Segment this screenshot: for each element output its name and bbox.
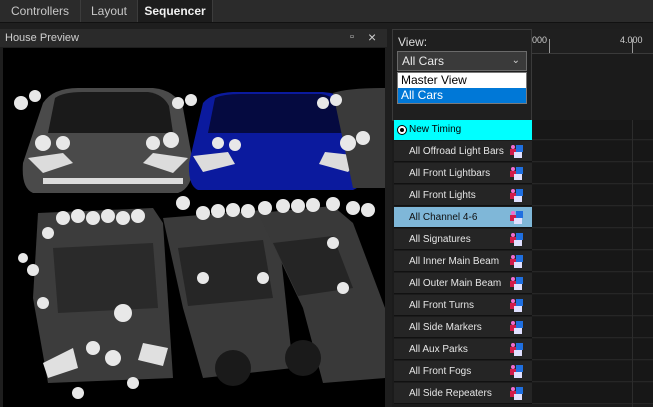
model-grid-row[interactable]	[532, 383, 653, 404]
model-label: All Front Lightbars	[409, 168, 491, 179]
time-ruler[interactable]: 000 4.000	[532, 29, 653, 54]
view-dropdown[interactable]: All Cars ⌄	[397, 51, 527, 71]
group-icon	[509, 386, 525, 401]
ruler-tick	[632, 39, 633, 53]
model-row[interactable]: All Outer Main Beam	[394, 273, 532, 294]
ruler-tick	[549, 39, 550, 53]
ruler-tick-label: 000	[532, 35, 548, 45]
model-label: All Signatures	[409, 234, 471, 245]
view-option-all-cars[interactable]: All Cars	[398, 88, 526, 103]
group-icon	[509, 144, 525, 159]
model-row[interactable]: All Inner Main Beam	[394, 251, 532, 272]
model-row[interactable]: All Front Lights	[394, 185, 532, 206]
group-icon	[509, 210, 525, 225]
model-label: All Side Repeaters	[409, 388, 492, 399]
model-label: All Offroad Light Bars	[409, 146, 504, 157]
model-grid-row[interactable]	[532, 251, 653, 272]
group-icon	[509, 276, 525, 291]
model-grid-row[interactable]	[532, 163, 653, 184]
model-row[interactable]: All Front Turns	[394, 295, 532, 316]
group-icon	[509, 188, 525, 203]
model-row[interactable]: All Side Repeaters	[394, 383, 532, 404]
preview-title: House Preview	[5, 32, 79, 44]
model-grid-row[interactable]	[532, 141, 653, 162]
grid-line	[632, 120, 633, 407]
timing-grid-row[interactable]	[532, 120, 653, 140]
view-selector-panel: View: All Cars ⌄ Master View All Cars	[392, 29, 532, 121]
model-grid-row[interactable]	[532, 229, 653, 250]
model-row[interactable]: All Signatures	[394, 229, 532, 250]
group-icon	[509, 342, 525, 357]
view-dropdown-list: Master View All Cars	[397, 72, 527, 104]
model-grid-row[interactable]	[532, 317, 653, 338]
preview-title-bar: House Preview ▫ ×	[0, 29, 387, 47]
group-icon	[509, 298, 525, 313]
model-label: All Front Fogs	[409, 366, 472, 377]
group-icon	[509, 320, 525, 335]
chevron-down-icon: ⌄	[511, 55, 520, 66]
model-row[interactable]: All Front Lightbars	[394, 163, 532, 184]
group-icon	[509, 166, 525, 181]
group-icon	[509, 364, 525, 379]
model-row[interactable]: All Aux Parks	[394, 339, 532, 360]
model-label: All Side Markers	[409, 322, 482, 333]
model-label: All Outer Main Beam	[409, 278, 502, 289]
view-label: View:	[398, 35, 428, 49]
close-icon[interactable]: ×	[368, 29, 376, 45]
model-label: All Front Turns	[409, 300, 475, 311]
view-option-master-view[interactable]: Master View	[398, 73, 526, 88]
timing-label: New Timing	[409, 124, 462, 135]
model-row[interactable]: All Side Markers	[394, 317, 532, 338]
model-label: All Front Lights	[409, 190, 476, 201]
model-label: All Channel 4-6	[409, 212, 478, 223]
model-row[interactable]: All Front Fogs	[394, 361, 532, 382]
model-grid-row[interactable]	[532, 207, 653, 228]
model-grid-row[interactable]	[532, 273, 653, 294]
tab-controllers[interactable]: Controllers	[0, 0, 81, 22]
model-grid-row[interactable]	[532, 185, 653, 206]
group-icon	[509, 254, 525, 269]
model-label: All Aux Parks	[409, 344, 468, 355]
timing-track-row[interactable]: New Timing	[394, 120, 532, 140]
maximize-icon[interactable]: ▫	[350, 31, 354, 43]
timing-radio-icon[interactable]	[397, 125, 407, 135]
model-label: All Inner Main Beam	[409, 256, 500, 267]
model-row[interactable]: All Offroad Light Bars	[394, 141, 532, 162]
model-grid-row[interactable]	[532, 361, 653, 382]
tab-sequencer[interactable]: Sequencer	[138, 0, 213, 22]
car-models-icon	[14, 88, 385, 399]
group-icon	[509, 232, 525, 247]
model-grid-row[interactable]	[532, 295, 653, 316]
tab-bar: Controllers Layout Sequencer	[0, 0, 653, 23]
view-dropdown-value: All Cars	[402, 54, 445, 68]
model-row[interactable]: All Channel 4-6	[394, 207, 532, 228]
tab-layout[interactable]: Layout	[81, 0, 138, 22]
model-grid-row[interactable]	[532, 339, 653, 360]
house-preview-viewport[interactable]	[3, 48, 385, 407]
